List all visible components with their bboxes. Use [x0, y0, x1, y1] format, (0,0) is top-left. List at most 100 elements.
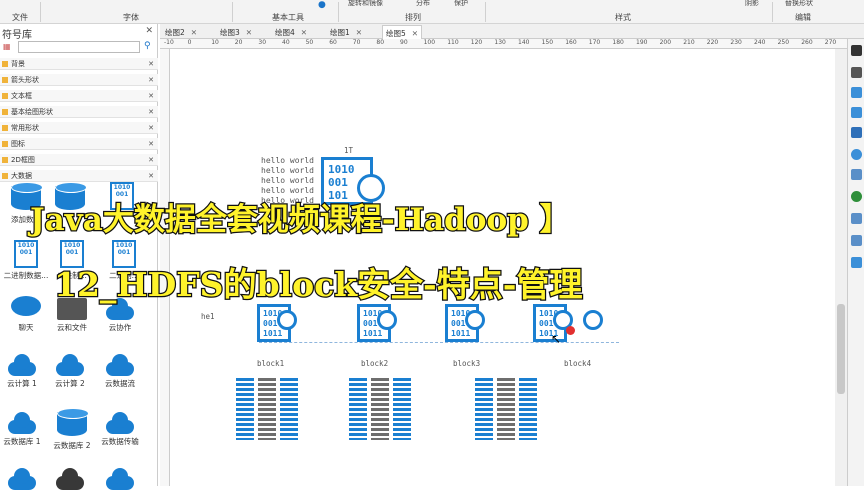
cloud-icon: [104, 468, 136, 490]
protect-menu[interactable]: 保护: [454, 0, 468, 8]
library-icons[interactable]: 图标 ✕: [0, 138, 158, 150]
ruler-mark: 20: [234, 39, 243, 46]
ruler-mark: 260: [801, 39, 813, 46]
ribbon-group-file[interactable]: 文件: [12, 12, 28, 23]
library-arrows[interactable]: 箭头形状 ✕: [0, 74, 158, 86]
ribbon-group-font: 字体: [123, 13, 139, 22]
shape-cloud-compute-1[interactable]: 云计算 1: [0, 350, 48, 389]
help-icon[interactable]: [851, 149, 862, 160]
right-tool-strip: [847, 39, 864, 486]
ruler-mark: 140: [518, 39, 530, 46]
replace-shape-menu[interactable]: 替换形状: [785, 0, 813, 8]
server-rack-icon[interactable]: [236, 378, 300, 440]
library-basic-shapes[interactable]: 基本绘图形状 ✕: [0, 106, 158, 118]
shape-cloud-db-1[interactable]: 云数据库 1: [0, 408, 48, 447]
shape-cloud-more-1[interactable]: [0, 464, 48, 490]
file-size-label: 1T: [344, 146, 354, 155]
shape-cloud-data-flow[interactable]: 云数据流: [94, 350, 146, 389]
ruler-mark: 60: [329, 39, 337, 46]
block-label: block4: [564, 359, 592, 368]
ruler-mark: 250: [777, 39, 790, 46]
circle-tool-icon[interactable]: ●: [318, 0, 326, 10]
ruler-mark: 120: [470, 39, 483, 46]
page-icon[interactable]: [851, 169, 862, 180]
cloud-icon: [54, 468, 86, 490]
library-menu-icon[interactable]: ▦: [3, 42, 11, 51]
grid-icon[interactable]: [851, 127, 862, 138]
selection-handle-icon[interactable]: [566, 326, 575, 335]
block-label: block3: [453, 359, 481, 368]
close-icon: ✕: [148, 172, 154, 180]
comment-icon[interactable]: [851, 257, 862, 268]
video-title-line2: 12_HDFS的block安全-特点-管理: [53, 264, 584, 306]
library-common-shapes[interactable]: 常用形状 ✕: [0, 122, 158, 134]
vertical-scrollbar[interactable]: [835, 49, 847, 486]
shadow-menu[interactable]: 阴影: [745, 0, 759, 8]
scroll-thumb[interactable]: [837, 304, 845, 394]
distribute-menu[interactable]: 分布: [416, 0, 430, 8]
search-input[interactable]: [18, 41, 140, 53]
magnifier-icon: [377, 310, 397, 330]
search-icon[interactable]: ⚲: [144, 41, 151, 51]
close-icon[interactable]: ✕: [356, 28, 362, 37]
shape-cloud-compute-2[interactable]: 云计算 2: [44, 350, 96, 389]
shape-cloud-transfer[interactable]: 云数据传输: [94, 408, 146, 447]
ruler-mark: 150: [541, 39, 554, 46]
chat-icon: [11, 294, 41, 320]
note-icon[interactable]: [851, 235, 862, 246]
layout-icon[interactable]: [851, 67, 862, 78]
tab-drawing5[interactable]: 绘图5 ✕: [382, 25, 423, 39]
panel-title: 符号库: [2, 30, 32, 41]
tab-drawing1[interactable]: 绘图1 ✕: [327, 25, 365, 39]
server-rack-icon[interactable]: [349, 378, 413, 440]
ruler-mark: 30: [258, 39, 267, 46]
ribbon-toolbar: 旋转和镜像 分布 保护 阴影 替换形状 文件 字体 基本工具 排列 样式 编辑 …: [0, 0, 864, 24]
close-icon[interactable]: ✕: [412, 29, 418, 38]
library-textbox[interactable]: 文本框 ✕: [0, 90, 158, 102]
shape-cloud-db-2[interactable]: 云数据库 2: [46, 408, 98, 451]
shape-binary-data[interactable]: 1010 001 二进制数据...: [0, 240, 52, 281]
ruler-mark: 190: [636, 39, 648, 46]
close-icon: ✕: [148, 140, 154, 148]
tab-drawing4[interactable]: 绘图4 ✕: [272, 25, 310, 39]
shape-cloud-more-3[interactable]: [94, 464, 146, 490]
ribbon-group-basic-tools: 基本工具: [272, 13, 304, 22]
shape-cloud-more-2[interactable]: [44, 464, 96, 490]
rotate-mirror-menu[interactable]: 旋转和镜像: [348, 0, 383, 8]
cloud-db-icon: [6, 412, 38, 434]
library-big-data[interactable]: 大数据 ✕: [0, 170, 158, 182]
cloud-compute-icon: [6, 354, 38, 376]
chart-icon[interactable]: [851, 107, 862, 118]
close-icon[interactable]: ✕: [301, 28, 307, 37]
close-icon[interactable]: ✕: [191, 28, 197, 37]
close-icon: ✕: [148, 76, 154, 84]
ruler-mark: 180: [612, 39, 624, 46]
block-label: block1: [257, 359, 285, 368]
image-icon[interactable]: [851, 87, 862, 98]
library-background[interactable]: 背景 ✕: [0, 58, 158, 70]
library-2d-blocks[interactable]: 2D框图 ✕: [0, 154, 158, 166]
horizontal-ruler: -10 0 10 20 30 40 50 60 70 80 90 100 110 120 130 140 150…: [160, 39, 860, 49]
shape-chat[interactable]: 聊天: [0, 294, 52, 333]
globe-icon[interactable]: [851, 191, 862, 202]
ruler-mark: 50: [305, 39, 314, 46]
magnifier-icon: [277, 310, 297, 330]
style-icon[interactable]: [851, 45, 862, 56]
ruler-mark: 100: [423, 39, 436, 46]
close-icon[interactable]: ✕: [145, 26, 153, 36]
ruler-mark: 40: [282, 39, 290, 46]
document-icon[interactable]: [851, 213, 862, 224]
ribbon-group-style: 样式: [615, 13, 631, 22]
ruler-mark: 240: [754, 39, 766, 46]
video-title-line1: Java大数据全套视频课程-Hadoop 】: [29, 201, 572, 240]
tab-drawing2[interactable]: 绘图2 ✕: [162, 25, 200, 39]
symbol-library-panel: 符号库 ✕ ▦ ⚲ 背景 ✕ 箭头形状 ✕ 文本框 ✕ 基本绘图形状 ✕ 常用形状 ✕ 图…: [0, 24, 158, 490]
ruler-mark: 70: [352, 39, 361, 46]
tab-drawing3[interactable]: 绘图3 ✕: [217, 25, 255, 39]
document-tabs: 绘图2 ✕ 绘图3 ✕ 绘图4 ✕ 绘图1 ✕ 绘图5 ✕: [160, 24, 864, 39]
close-icon[interactable]: ✕: [246, 28, 252, 37]
server-rack-icon[interactable]: [475, 378, 539, 440]
ruler-mark: 220: [706, 39, 719, 46]
ruler-mark: 110: [447, 39, 459, 46]
ruler-mark: 210: [683, 39, 695, 46]
